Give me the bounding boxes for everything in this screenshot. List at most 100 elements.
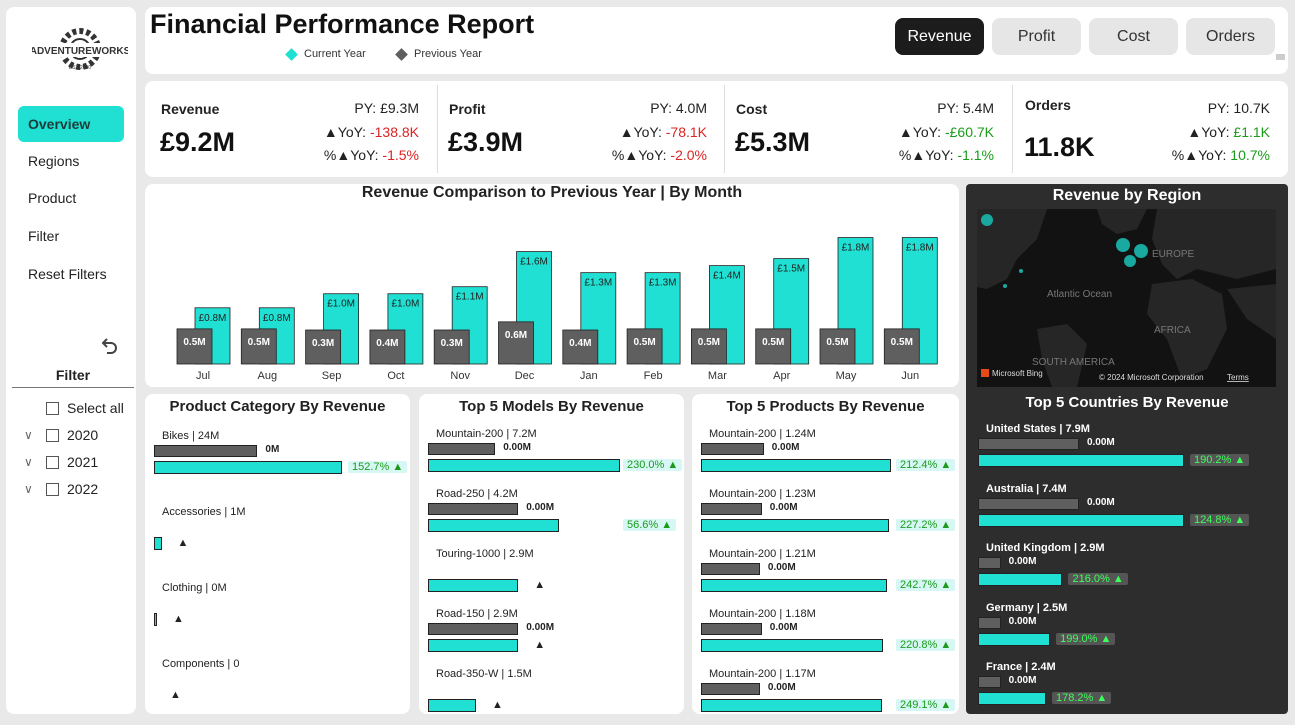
triangle-up-icon: ▲ <box>170 689 181 701</box>
kpi-yoy: ▲YoY: -138.8K <box>323 124 419 140</box>
tab-revenue[interactable]: Revenue <box>895 18 984 55</box>
kpi-py: PY: 10.7K <box>1207 100 1270 116</box>
tab-cost[interactable]: Cost <box>1089 18 1178 55</box>
bar-current-year[interactable] <box>428 639 519 652</box>
kpi-yoy: ▲YoY: -£60.7K <box>898 124 994 140</box>
bar-category-label: Touring-1000 | 2.9M <box>436 548 534 560</box>
kpi-cost: Cost £5.3M PY: 5.4M ▲YoY: -£60.7K %▲YoY:… <box>720 81 1012 177</box>
bar-current-year[interactable] <box>154 537 162 550</box>
bar-current-year[interactable] <box>154 461 342 474</box>
bar-current-year[interactable] <box>154 613 157 626</box>
bar-previous-year[interactable] <box>978 557 1001 569</box>
scroll-handle[interactable] <box>1276 54 1285 60</box>
bar-category-label: Clothing | 0M <box>162 582 227 594</box>
bar-current-year[interactable] <box>428 459 620 472</box>
chevron-down-icon[interactable]: ∨ <box>24 455 38 469</box>
bar-label-previous: 0.3M <box>441 338 463 349</box>
kpi-py: PY: £9.3M <box>354 100 419 116</box>
bar-current-year[interactable] <box>428 519 559 532</box>
yoy-percent-label: 212.4% ▲ <box>896 459 956 471</box>
x-tick-label: May <box>836 370 857 382</box>
bar-previous-year[interactable] <box>428 623 519 635</box>
bar-previous-year[interactable] <box>978 616 1001 629</box>
bar-previous-year[interactable] <box>428 443 496 455</box>
bar-current-year[interactable] <box>701 639 884 652</box>
bar-current-year[interactable] <box>978 632 1051 646</box>
sidebar: ADVENTUREWORKS EST 2000 Overview Regions… <box>6 7 136 714</box>
bar-previous-year[interactable] <box>978 676 1001 688</box>
tab-orders[interactable]: Orders <box>1186 18 1275 55</box>
bar-category-label: United Kingdom | 2.9M <box>986 542 1105 554</box>
yoy-percent-label: 216.0% ▲ <box>1068 573 1128 585</box>
checkbox[interactable] <box>46 401 59 415</box>
x-tick-label: Jan <box>580 370 598 382</box>
bar-current-year[interactable] <box>701 519 890 532</box>
bar-previous-label: 0.00M <box>526 502 555 513</box>
slicer-2022[interactable]: ∨ 2022 <box>24 479 98 499</box>
bar-category-label: Mountain-200 | 1.24M <box>709 428 816 440</box>
slicer-2020[interactable]: ∨ 2020 <box>24 425 98 445</box>
checkbox[interactable] <box>46 428 59 442</box>
monthly-revenue-chart: Revenue Comparison to Previous Year | By… <box>145 184 959 387</box>
bar-category-label: Australia | 7.4M <box>986 482 1067 495</box>
bar-previous-label: 0.00M <box>769 502 798 513</box>
product-category-panel: Product Category By Revenue Bikes | 24M 0… <box>145 394 410 714</box>
bar-previous-year[interactable] <box>701 503 762 515</box>
slicer-2021[interactable]: ∨ 2021 <box>24 452 98 472</box>
bar-previous-year[interactable] <box>701 683 760 695</box>
x-tick-label: Jul <box>196 370 210 382</box>
nav-overview[interactable]: Overview <box>18 106 124 142</box>
bar-category-label: Mountain-200 | 1.21M <box>709 548 816 560</box>
yoy-percent-label: 124.8% ▲ <box>1190 513 1250 526</box>
bar-previous-year[interactable] <box>154 445 258 457</box>
bar-previous-year[interactable] <box>428 503 519 515</box>
kpi-pct-yoy: %▲YoY: -1.5% <box>323 147 419 163</box>
bar-previous-label: 0M <box>265 444 280 455</box>
bar-current-year[interactable] <box>978 692 1046 705</box>
bar-label-previous: 0.4M <box>376 338 398 349</box>
bar-current-year[interactable] <box>978 454 1184 467</box>
nav-product[interactable]: Product <box>18 180 124 216</box>
bar-label-previous: 0.3M <box>312 338 334 349</box>
kpi-value: £9.2M <box>160 127 236 157</box>
bar-category-label: Germany | 2.5M <box>986 601 1068 614</box>
bar-previous-year[interactable] <box>701 443 764 455</box>
bar-label-current: £1.6M <box>520 257 548 268</box>
bar-previous-label: 0.00M <box>769 622 798 633</box>
undo-icon[interactable] <box>98 335 120 357</box>
monthly-chart-svg: £0.8M 0.5M Jul £0.8M 0.5M Aug £1.0M 0.3M Sep £1.0… <box>176 237 938 382</box>
bar-category-label: Mountain-200 | 7.2M <box>436 428 537 440</box>
yoy-percent-label: 199.0% ▲ <box>1056 632 1116 645</box>
nav-regions[interactable]: Regions <box>18 143 124 179</box>
checkbox[interactable] <box>46 455 59 469</box>
bar-category-label: Mountain-200 | 1.17M <box>709 668 816 680</box>
bar-label-current: £1.0M <box>392 299 420 310</box>
bar-current-year[interactable] <box>701 579 888 592</box>
tab-profit[interactable]: Profit <box>992 18 1081 55</box>
bar-current-year[interactable] <box>978 573 1063 586</box>
top-models-panel: Top 5 Models By Revenue Mountain-200 | 7… <box>419 394 684 714</box>
bar-previous-label: 0.00M <box>767 562 796 573</box>
chevron-down-icon[interactable]: ∨ <box>24 428 38 442</box>
bar-current-year[interactable] <box>978 513 1184 527</box>
nav-reset-filters[interactable]: Reset Filters <box>18 256 124 292</box>
kpi-revenue: Revenue £9.2M PY: £9.3M ▲YoY: -138.8K %▲… <box>145 81 437 177</box>
bar-category-label: Road-150 | 2.9M <box>436 608 518 620</box>
bar-previous-label: 0.00M <box>1008 615 1037 627</box>
bar-current-year[interactable] <box>428 579 519 592</box>
nav-filter[interactable]: Filter <box>18 218 124 254</box>
bar-previous-year[interactable] <box>701 563 760 575</box>
bar-previous-year[interactable] <box>498 321 534 365</box>
chevron-down-icon[interactable]: ∨ <box>24 482 38 496</box>
checkbox[interactable] <box>46 482 59 496</box>
kpi-name: Profit <box>449 101 486 117</box>
bar-previous-year[interactable] <box>978 497 1079 510</box>
bar-current-year[interactable] <box>701 459 891 472</box>
bar-label-previous: 0.6M <box>505 330 527 341</box>
bar-previous-year[interactable] <box>978 438 1079 450</box>
bar-current-year[interactable] <box>428 699 476 712</box>
bar-previous-year[interactable] <box>701 623 762 635</box>
yoy-percent-label: 220.8% ▲ <box>896 639 956 651</box>
bar-current-year[interactable] <box>701 699 882 712</box>
slicer-select-all[interactable]: Select all <box>46 398 124 418</box>
